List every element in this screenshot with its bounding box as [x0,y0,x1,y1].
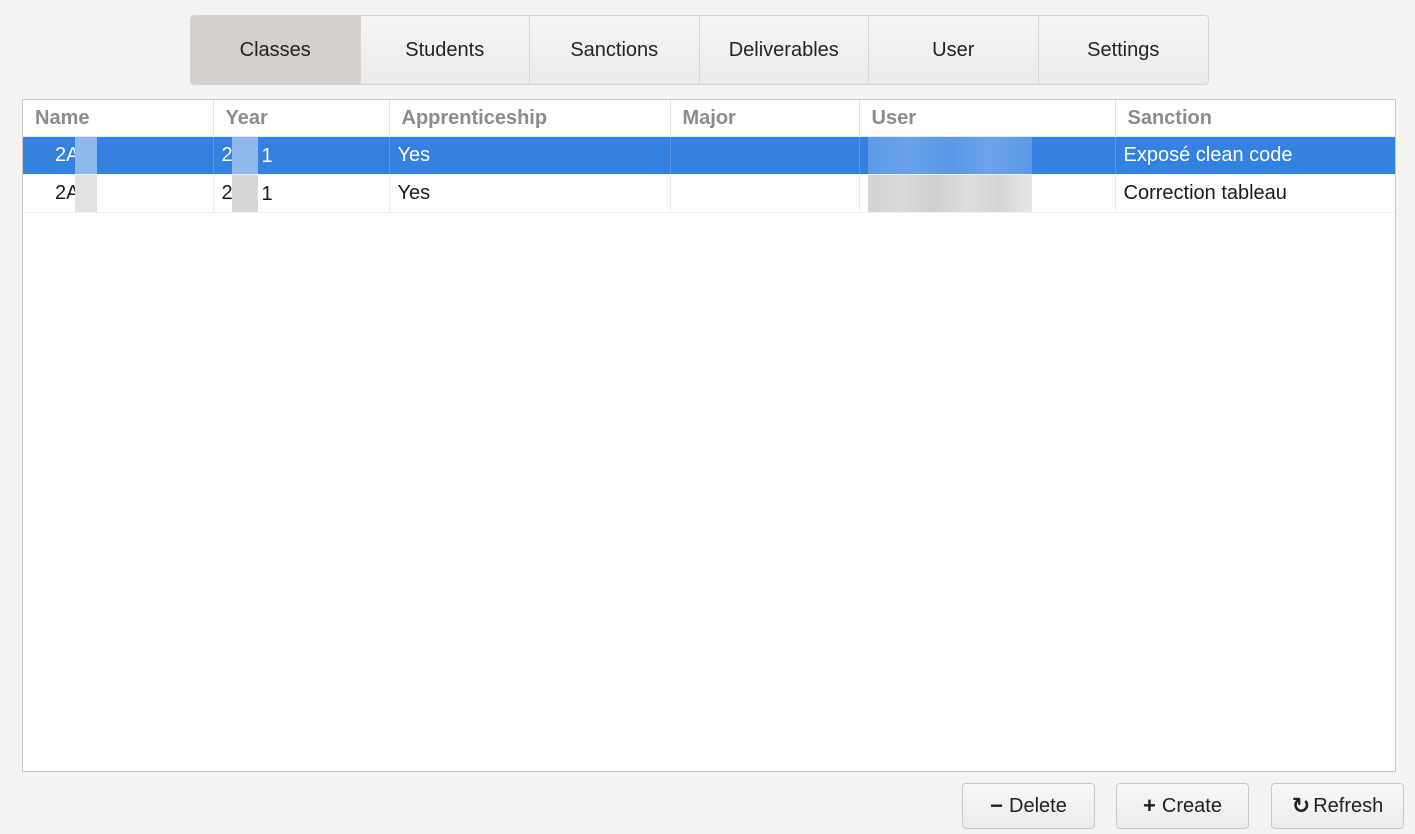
tab-sanctions[interactable]: Sanctions [530,16,700,84]
column-header-name[interactable]: Name [23,100,214,137]
redacted-mosaic [867,137,1032,174]
cell-sanction: Exposé clean code [1115,136,1395,175]
tab-deliverables[interactable]: Deliverables [699,16,869,84]
plus-icon: + [1143,793,1156,818]
column-header-apprenticeship[interactable]: Apprenticeship [389,100,671,137]
cell-major [670,136,860,175]
delete-button[interactable]: − Delete [962,783,1095,829]
cell-year: 2 1 [213,174,390,213]
cell-name: 2A [23,136,214,175]
cell-year-tail: 1 [261,183,273,205]
redacted-mosaic [867,175,1032,212]
cell-year: 2 1 [213,136,390,175]
cell-apprenticeship: Yes [389,136,671,175]
column-header-major[interactable]: Major [670,100,860,137]
cell-year-tail: 1 [261,145,273,167]
tab-user[interactable]: User [869,16,1039,84]
redacted-mosaic [75,175,97,212]
column-header-sanction[interactable]: Sanction [1115,100,1395,137]
table-row[interactable]: 2A 2 1 Yes Correction tableau [23,174,1395,213]
cell-name: 2A [23,174,214,213]
tab-classes[interactable]: Classes [191,16,361,84]
refresh-icon: ↻ [1291,793,1311,818]
redacted-mosaic [75,137,97,174]
classes-table: Name Year Apprenticeship Major User Sanc… [22,99,1396,772]
create-button-label: Create [1161,794,1222,817]
cell-apprenticeship: Yes [389,174,671,213]
minus-icon: − [990,793,1004,818]
delete-button-label: Delete [1009,794,1067,817]
tab-students[interactable]: Students [360,16,530,84]
cell-major [670,174,860,213]
cell-user [859,174,1116,213]
refresh-button[interactable]: ↻ Refresh [1271,783,1404,829]
redacted-mosaic [231,175,258,212]
column-header-user[interactable]: User [859,100,1116,137]
tab-settings[interactable]: Settings [1038,16,1208,84]
table-header-row: Name Year Apprenticeship Major User Sanc… [23,100,1395,137]
create-button[interactable]: + Create [1116,783,1249,829]
main-tab-bar: Classes Students Sanctions Deliverables … [190,15,1209,85]
redacted-mosaic [231,137,258,174]
column-header-year[interactable]: Year [213,100,390,137]
cell-sanction: Correction tableau [1115,174,1395,213]
table-row[interactable]: 2A 2 1 Yes Exposé clean code [23,136,1395,175]
cell-user [859,136,1116,175]
refresh-button-label: Refresh [1313,794,1384,817]
